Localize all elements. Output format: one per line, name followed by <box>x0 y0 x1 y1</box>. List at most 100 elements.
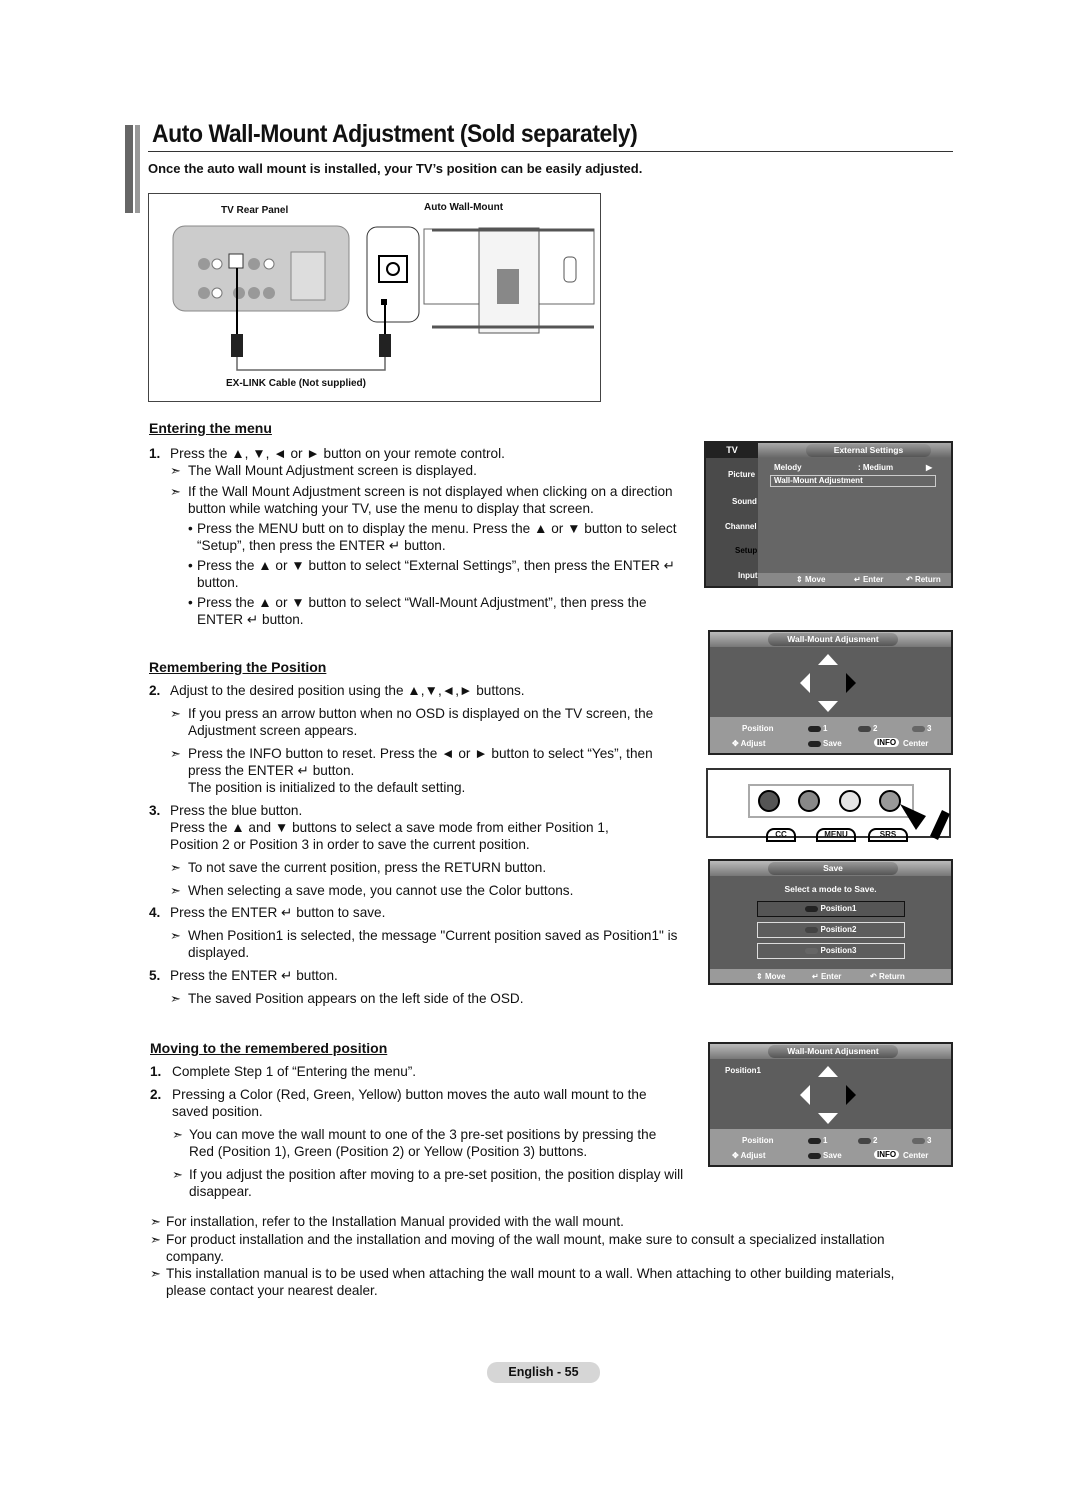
osd-side-item[interactable]: Input <box>738 571 758 580</box>
step-text: Press the ENTER ↵ button. <box>170 968 338 983</box>
footer-note: For installation, refer to the Installat… <box>166 1214 624 1229</box>
position-label: Position <box>742 1136 774 1145</box>
bullet-icon: • <box>188 595 193 610</box>
position-number: 2 <box>873 724 878 733</box>
center-label: Center <box>903 1151 929 1160</box>
arrow-pad-icon[interactable] <box>798 652 858 714</box>
option-label: Position1 <box>820 904 857 913</box>
osd-tab: TV <box>706 443 758 458</box>
osd-header: Save <box>768 862 898 875</box>
step-number: 1. <box>150 1064 162 1079</box>
step-number: 1. <box>149 446 161 461</box>
osd-side-item[interactable]: Setup <box>735 546 757 555</box>
position-number: 1 <box>823 1136 828 1145</box>
position-3[interactable]: 3 <box>912 724 931 733</box>
bullet-icon: • <box>188 558 193 573</box>
note-text: The Wall Mount Adjustment screen is disp… <box>188 463 477 478</box>
note-text: You can move the wall mount to one of th… <box>189 1127 657 1159</box>
note-arrow-icon: ➣ <box>150 1266 161 1281</box>
note-text: The saved Position appears on the left s… <box>188 991 524 1006</box>
note-arrow-icon: ➣ <box>150 1214 161 1229</box>
note-text: If you press an arrow button when no OSD… <box>188 706 654 738</box>
cable-plug <box>379 334 391 357</box>
position-2[interactable]: 2 <box>858 724 877 733</box>
osd-side-item[interactable]: Sound <box>732 497 757 506</box>
step-number: 5. <box>149 968 161 983</box>
center-label: Center <box>903 739 929 748</box>
bullet-text: Press the MENU butt on to display the me… <box>197 521 677 553</box>
osd-wall-mount-adjustment: Wall-Mount Adjusment Position 1 2 3 ✥ Ad… <box>708 630 953 755</box>
step-number: 2. <box>150 1087 162 1102</box>
ex-link-port <box>228 253 244 269</box>
osd-move: ⇕ Move <box>756 972 786 981</box>
note-arrow-icon: ➣ <box>170 463 181 478</box>
position-label: Position <box>742 724 774 733</box>
move-label: Move <box>804 575 826 584</box>
green-button[interactable] <box>798 790 820 812</box>
save-option-position1[interactable]: Position1 <box>757 901 905 917</box>
position-1[interactable]: 1 <box>808 1136 827 1145</box>
note-text: When selecting a save mode, you cannot u… <box>188 883 574 898</box>
save-label: Save <box>823 1151 842 1160</box>
osd-save: Save Select a mode to Save. Position1 Po… <box>708 859 953 985</box>
step-number: 3. <box>149 803 161 818</box>
save-option-position2[interactable]: Position2 <box>757 922 905 938</box>
move-label: Move <box>764 972 786 981</box>
position-2[interactable]: 2 <box>858 1136 877 1145</box>
position-number: 1 <box>823 724 828 733</box>
osd-side-item[interactable]: Picture <box>728 470 755 479</box>
note-arrow-icon: ➣ <box>170 991 181 1006</box>
section-heading: Moving to the remembered position <box>150 1040 388 1056</box>
osd-row-label[interactable]: Melody <box>774 463 802 472</box>
title-accent-bar <box>125 125 133 213</box>
note-arrow-icon: ➣ <box>170 928 181 943</box>
return-label: Return <box>914 575 941 584</box>
note-text: If the Wall Mount Adjustment screen is n… <box>188 484 673 516</box>
osd-sidebar <box>706 443 758 586</box>
step-text: Press the ▲ and ▼ buttons to select a sa… <box>170 820 609 852</box>
step-text: Pressing a Color (Red, Green, Yellow) bu… <box>172 1087 647 1119</box>
osd-move: ⇕ Move <box>796 575 826 584</box>
page-title: Auto Wall-Mount Adjustment (Sold separat… <box>152 120 638 148</box>
cc-button[interactable]: CC <box>766 828 796 842</box>
position-number: 3 <box>927 724 932 733</box>
note-text: If you adjust the position after moving … <box>189 1167 684 1199</box>
remote-control-illustration: CC MENU SRS <box>706 768 951 842</box>
title-rule <box>148 151 953 152</box>
step-text: Press the blue button. <box>170 803 303 818</box>
position-3[interactable]: 3 <box>912 1136 931 1145</box>
footer-note: For product installation and the install… <box>166 1232 885 1264</box>
srs-button[interactable]: SRS <box>868 828 908 842</box>
adjust-label: Adjust <box>740 739 766 748</box>
osd-side-item[interactable]: Channel <box>725 522 757 531</box>
connection-diagram: TV Rear Panel Auto Wall-Mount EX-LINK Ca… <box>148 193 601 402</box>
yellow-button[interactable] <box>839 790 861 812</box>
note-arrow-icon: ➣ <box>170 484 181 499</box>
osd-row-selected[interactable]: Wall-Mount Adjustment <box>770 475 936 487</box>
osd-wall-mount-adjustment-saved: Wall-Mount Adjusment Position1 Position … <box>708 1042 953 1167</box>
saved-position-label: Position1 <box>725 1066 762 1075</box>
option-label: Position2 <box>820 925 857 934</box>
position-1[interactable]: 1 <box>808 724 827 733</box>
save-option-position3[interactable]: Position3 <box>757 943 905 959</box>
note-text: Press the INFO button to reset. Press th… <box>188 746 653 778</box>
adjust-label: Adjust <box>740 1151 766 1160</box>
arrow-pad-icon[interactable] <box>798 1064 858 1126</box>
step-number: 4. <box>149 905 161 920</box>
enter-label: Enter <box>820 972 842 981</box>
enter-label: Enter <box>862 575 884 584</box>
menu-button[interactable]: MENU <box>816 828 856 842</box>
position-number: 3 <box>927 1136 932 1145</box>
section-heading: Entering the menu <box>149 420 272 436</box>
page-subtitle: Once the auto wall mount is installed, y… <box>148 161 643 176</box>
step-text: Complete Step 1 of “Entering the menu”. <box>172 1064 417 1079</box>
step-number: 2. <box>149 683 161 698</box>
note-arrow-icon: ➣ <box>170 706 181 721</box>
footer-note: This installation manual is to be used w… <box>166 1266 895 1298</box>
red-button[interactable] <box>758 790 780 812</box>
cable-label: EX-LINK Cable (Not supplied) <box>226 378 366 389</box>
step-text: Press the ▲, ▼, ◄ or ► button on your re… <box>170 446 505 461</box>
save-hint: Save <box>808 1151 842 1160</box>
osd-header: Wall-Mount Adjusment <box>768 1045 898 1058</box>
note-text: The position is initialized to the defau… <box>188 780 466 795</box>
